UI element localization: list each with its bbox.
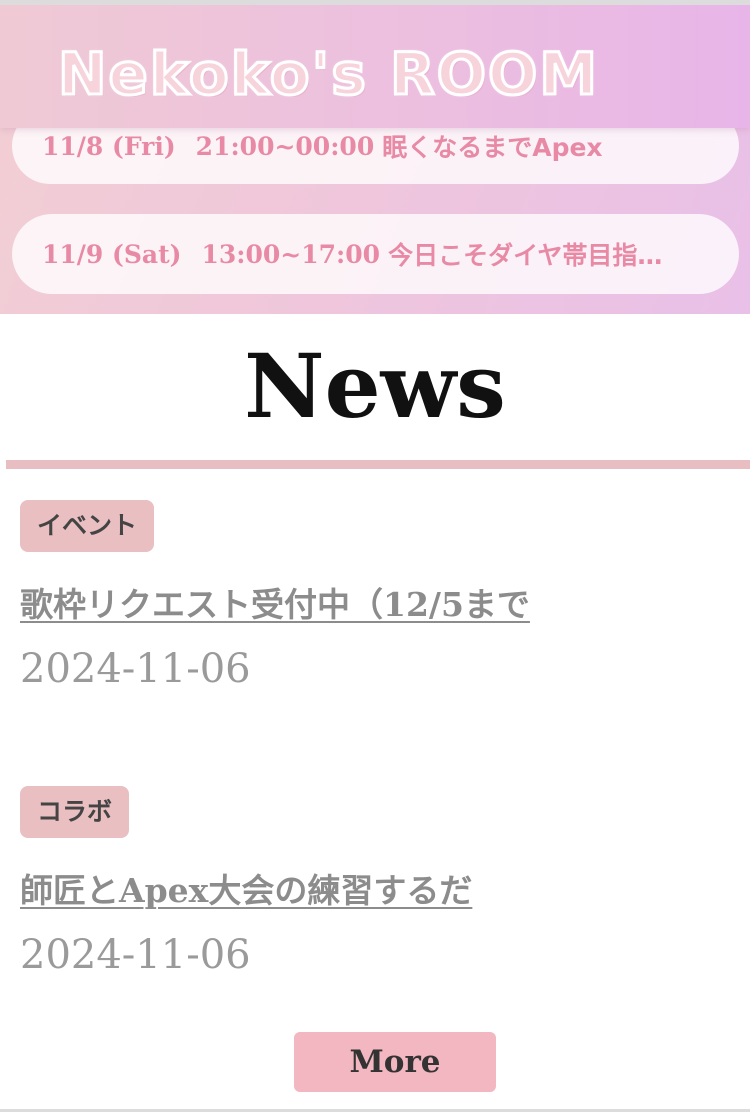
news-heading: News bbox=[244, 334, 506, 438]
news-item: イベント 歌枠リクエスト受付中（12/5まで 2024-11-06 bbox=[20, 500, 720, 692]
site-header: Nekoko's ROOM bbox=[0, 5, 750, 128]
category-badge: イベント bbox=[20, 500, 155, 552]
schedule-title: 今日こそダイヤ帯目指… bbox=[388, 241, 663, 270]
schedule-date: 11/9 (Sat) bbox=[42, 239, 182, 269]
schedule-time: 21:00~00:00 bbox=[195, 131, 375, 161]
news-title-link[interactable]: 歌枠リクエスト受付中（12/5まで bbox=[20, 578, 530, 626]
news-date: 2024-11-06 bbox=[20, 646, 251, 692]
news-title-link[interactable]: 師匠とApex大会の練習するだ bbox=[20, 864, 472, 912]
schedule-title: 眠くなるまでApex bbox=[382, 133, 603, 162]
category-badge: コラボ bbox=[20, 786, 130, 838]
schedule-time: 13:00~17:00 bbox=[201, 239, 381, 269]
schedule-date: 11/8 (Fri) bbox=[42, 131, 176, 161]
schedule-item[interactable]: 11/9 (Sat) 13:00~17:00 今日こそダイヤ帯目指… bbox=[12, 214, 739, 294]
site-logo[interactable]: Nekoko's ROOM bbox=[56, 44, 599, 105]
news-divider bbox=[6, 460, 750, 469]
news-date: 2024-11-06 bbox=[20, 932, 251, 978]
more-button[interactable]: More bbox=[294, 1032, 496, 1092]
hero-section: Nekoko's ROOM 11/8 (Fri) 21:00~00:00 眠くな… bbox=[0, 5, 750, 314]
news-item: コラボ 師匠とApex大会の練習するだ 2024-11-06 bbox=[20, 786, 720, 978]
